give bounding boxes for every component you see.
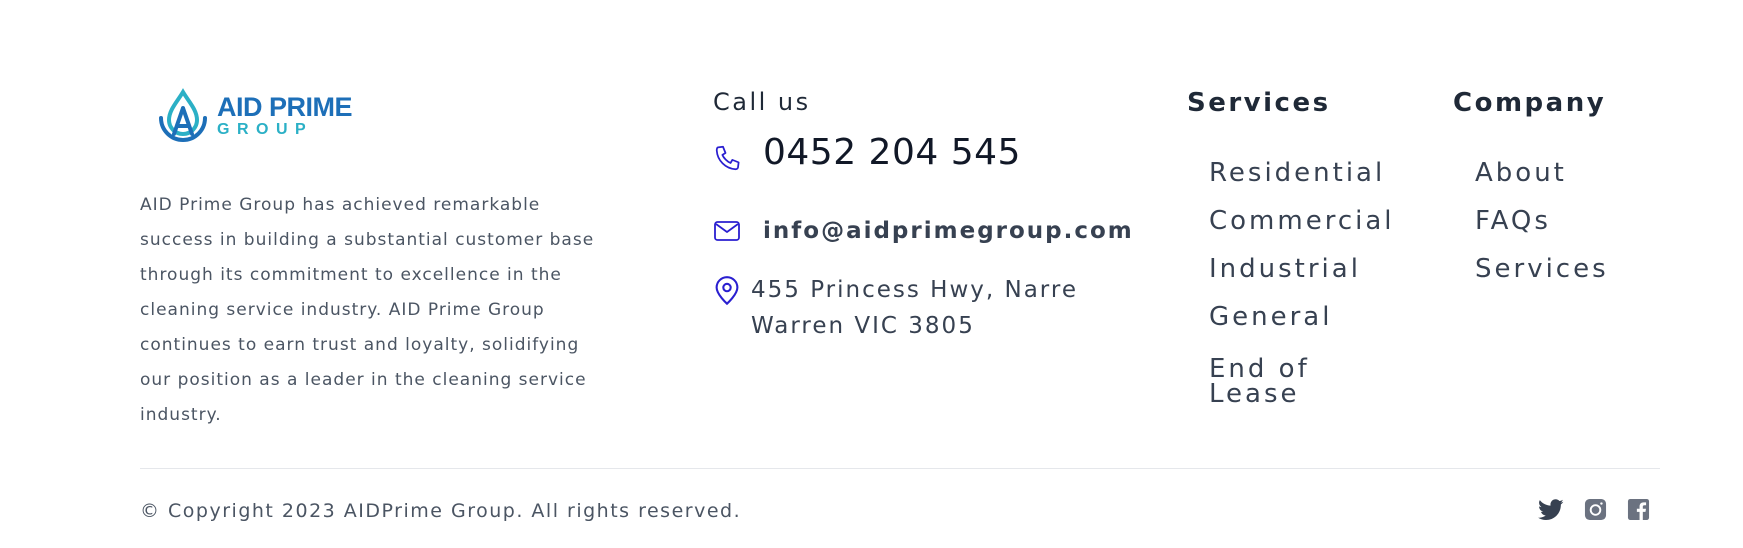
company-link-about[interactable]: About xyxy=(1475,155,1609,203)
phone-number[interactable]: 0452 204 545 xyxy=(763,132,1021,173)
footer-divider xyxy=(140,468,1660,469)
brand-name: AID PRIME xyxy=(217,92,353,122)
services-heading: Services xyxy=(1187,88,1331,118)
company-link-faqs[interactable]: FAQs xyxy=(1475,203,1609,251)
phone-icon xyxy=(715,145,740,170)
street-address: 455 Princess Hwy, Narre Warren VIC 3805 xyxy=(751,277,1078,339)
address-contact: 455 Princess Hwy, Narre Warren VIC 3805 xyxy=(713,272,1151,344)
mail-icon xyxy=(714,221,740,241)
map-pin-icon xyxy=(715,276,739,306)
services-link-commercial[interactable]: Commercial xyxy=(1209,203,1392,251)
services-link-end-of-lease[interactable]: End of Lease xyxy=(1209,356,1389,417)
services-link-general[interactable]: General xyxy=(1209,299,1389,347)
phone-contact[interactable]: 0452 204 545 xyxy=(713,132,1021,173)
facebook-icon[interactable] xyxy=(1627,498,1650,525)
services-link-residential[interactable]: Residential xyxy=(1209,155,1389,203)
copyright-text: © Copyright 2023 AIDPrime Group. All rig… xyxy=(140,500,742,522)
company-link-services[interactable]: Services xyxy=(1475,251,1609,299)
services-list: Residential Commercial Industrial Genera… xyxy=(1209,155,1392,417)
social-links xyxy=(1538,498,1650,525)
company-list: About FAQs Services xyxy=(1475,155,1609,299)
services-link-industrial[interactable]: Industrial xyxy=(1209,251,1389,299)
water-drop-logo-icon xyxy=(159,88,207,142)
company-heading: Company xyxy=(1453,88,1607,118)
twitter-icon[interactable] xyxy=(1538,498,1564,525)
email-address[interactable]: info@aidprimegroup.com xyxy=(763,218,1134,244)
brand-subtitle: GROUP xyxy=(217,121,314,138)
email-contact[interactable]: info@aidprimegroup.com xyxy=(713,218,1134,244)
call-us-heading: Call us xyxy=(713,88,811,116)
about-description: AID Prime Group has achieved remarkable … xyxy=(140,195,595,425)
instagram-icon[interactable] xyxy=(1584,498,1607,525)
brand-logo[interactable]: AID PRIME GROUP xyxy=(155,88,353,144)
